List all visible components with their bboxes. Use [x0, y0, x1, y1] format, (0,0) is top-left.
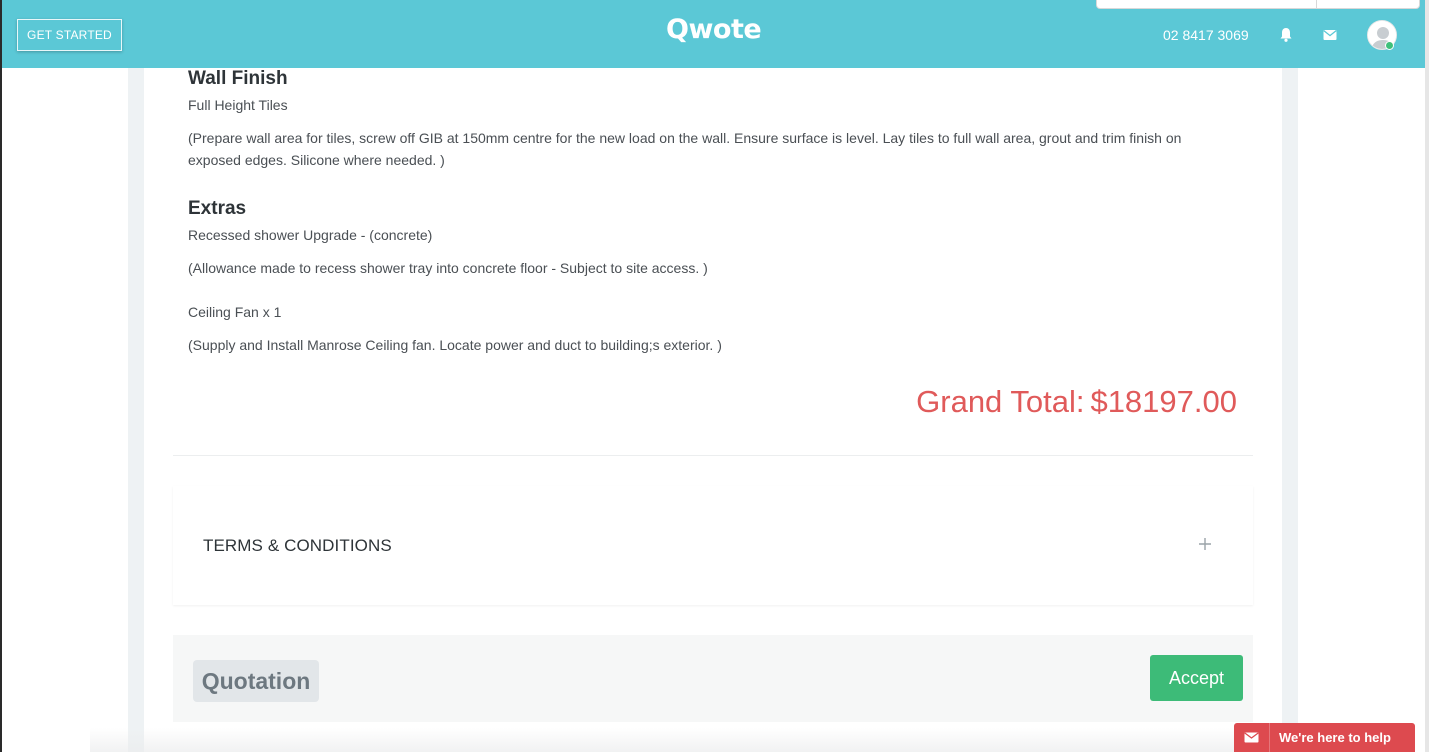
- accept-button[interactable]: Accept: [1150, 655, 1243, 701]
- help-label[interactable]: We're here to help: [1279, 730, 1391, 745]
- dropdown-panel-edge: [1096, 0, 1420, 9]
- dropdown-divider: [1316, 0, 1317, 8]
- card-divider: [173, 455, 1253, 456]
- section-title-extras: Extras: [188, 198, 247, 219]
- terms-accordion[interactable]: TERMS & CONDITIONS: [173, 486, 1253, 605]
- plus-icon[interactable]: [1198, 537, 1212, 551]
- help-chat-widget[interactable]: We're here to help: [1234, 723, 1415, 752]
- envelope-icon: [1244, 732, 1259, 743]
- get-started-button[interactable]: GET STARTED: [17, 19, 122, 51]
- online-status-dot: [1385, 41, 1394, 50]
- quotation-badge: Quotation: [193, 660, 319, 702]
- grand-total-value: $18197.00: [1090, 384, 1237, 419]
- grand-total: Grand Total: $18197.00: [916, 384, 1237, 420]
- line-item-name: Full Height Tiles: [188, 97, 288, 113]
- section-title-wall-finish: Wall Finish: [188, 68, 288, 89]
- line-item-description: (Prepare wall area for tiles, screw off …: [188, 130, 1182, 168]
- mail-icon[interactable]: [1323, 29, 1337, 41]
- line-item-description: (Supply and Install Manrose Ceiling fan.…: [188, 337, 722, 353]
- phone-number: 02 8417 3069: [1163, 27, 1249, 43]
- quote-action-bar: Quotation Accept: [173, 635, 1253, 722]
- top-header: GET STARTED Qwote 02 8417 3069: [2, 0, 1425, 68]
- bottom-fade: [90, 728, 1290, 752]
- qwote-logo[interactable]: Qwote: [666, 14, 762, 45]
- line-item-name: Recessed shower Upgrade - (concrete): [188, 227, 433, 243]
- page-gutter-right: [1282, 0, 1298, 752]
- line-item-description: (Allowance made to recess shower tray in…: [188, 260, 708, 276]
- page-gutter-left: [128, 0, 144, 752]
- line-item-name: Ceiling Fan x 1: [188, 304, 282, 320]
- help-icon-box: [1234, 723, 1270, 752]
- window-edge-left: [0, 0, 2, 752]
- bell-icon[interactable]: [1279, 27, 1293, 43]
- scrollbar-track[interactable]: [1425, 0, 1429, 752]
- terms-title[interactable]: TERMS & CONDITIONS: [203, 536, 392, 556]
- grand-total-label: Grand Total:: [916, 384, 1085, 419]
